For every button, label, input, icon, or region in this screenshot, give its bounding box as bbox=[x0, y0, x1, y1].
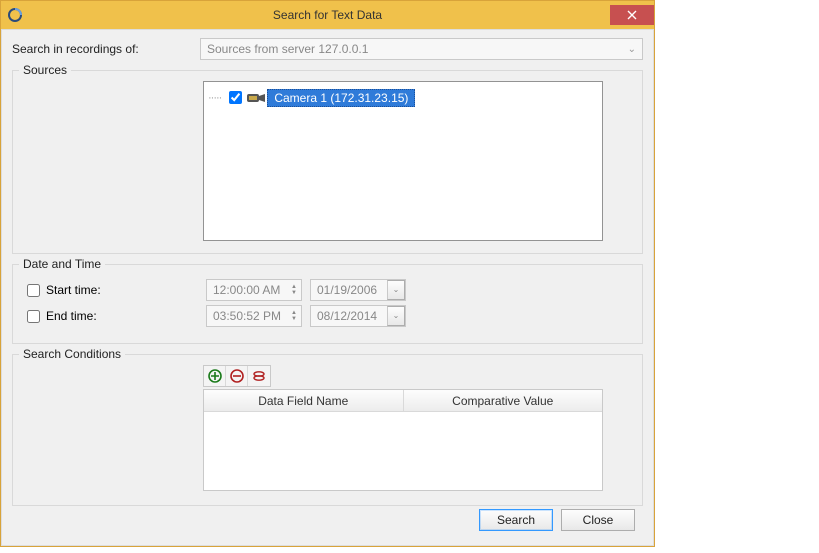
dialog-body: Search in recordings of: Sources from se… bbox=[1, 29, 654, 546]
column-header-field[interactable]: Data Field Name bbox=[204, 390, 404, 412]
end-time-input[interactable]: 03:50:52 PM ▲▼ bbox=[206, 305, 302, 327]
search-in-label: Search in recordings of: bbox=[12, 42, 192, 56]
datetime-legend: Date and Time bbox=[19, 257, 105, 271]
datetime-fieldset: Date and Time Start time: 12:00:00 AM ▲▼… bbox=[12, 264, 643, 344]
sources-fieldset: Sources ····· Camera 1 (172.31.23.15) bbox=[12, 70, 643, 254]
close-window-button[interactable] bbox=[610, 5, 654, 25]
conditions-toolbar bbox=[203, 365, 271, 387]
add-condition-button[interactable] bbox=[204, 366, 226, 386]
spinner-arrows-icon: ▲▼ bbox=[291, 284, 297, 296]
end-time-checkbox[interactable] bbox=[27, 310, 40, 323]
start-date-value: 01/19/2006 bbox=[311, 283, 387, 297]
remove-condition-button[interactable] bbox=[226, 366, 248, 386]
search-in-row: Search in recordings of: Sources from se… bbox=[12, 38, 643, 60]
conditions-fieldset: Search Conditions Data Field Name Compar… bbox=[12, 354, 643, 506]
app-icon bbox=[7, 7, 23, 23]
table-header: Data Field Name Comparative Value bbox=[204, 390, 602, 412]
chevron-down-icon: ⌄ bbox=[628, 44, 636, 55]
dialog-footer: Search Close bbox=[479, 509, 635, 531]
conditions-legend: Search Conditions bbox=[19, 347, 125, 361]
end-date-value: 08/12/2014 bbox=[311, 309, 387, 323]
camera-icon bbox=[247, 92, 265, 104]
conditions-table: Data Field Name Comparative Value bbox=[203, 389, 603, 491]
window-title: Search for Text Data bbox=[1, 8, 654, 22]
table-body[interactable] bbox=[204, 412, 602, 490]
start-time-value: 12:00:00 AM bbox=[213, 283, 280, 297]
source-checkbox[interactable] bbox=[229, 91, 242, 104]
start-time-checkbox[interactable] bbox=[27, 284, 40, 297]
search-button[interactable]: Search bbox=[479, 509, 553, 531]
end-time-label: End time: bbox=[46, 309, 206, 323]
spinner-arrows-icon: ▲▼ bbox=[291, 310, 297, 322]
chevron-down-icon: ⌄ bbox=[387, 280, 405, 300]
end-time-value: 03:50:52 PM bbox=[213, 309, 281, 323]
end-date-input[interactable]: 08/12/2014 ⌄ bbox=[310, 305, 406, 327]
sources-legend: Sources bbox=[19, 63, 71, 77]
close-button[interactable]: Close bbox=[561, 509, 635, 531]
start-time-input[interactable]: 12:00:00 AM ▲▼ bbox=[206, 279, 302, 301]
start-time-label: Start time: bbox=[46, 283, 206, 297]
start-date-input[interactable]: 01/19/2006 ⌄ bbox=[310, 279, 406, 301]
tree-item[interactable]: ····· Camera 1 (172.31.23.15) bbox=[208, 88, 598, 107]
end-time-row: End time: 03:50:52 PM ▲▼ 08/12/2014 ⌄ bbox=[23, 305, 632, 327]
dialog-window: Search for Text Data Search in recording… bbox=[0, 0, 655, 547]
search-in-dropdown[interactable]: Sources from server 127.0.0.1 ⌄ bbox=[200, 38, 643, 60]
title-bar: Search for Text Data bbox=[1, 1, 654, 29]
chevron-down-icon: ⌄ bbox=[387, 306, 405, 326]
sources-tree[interactable]: ····· Camera 1 (172.31.23.15) bbox=[203, 81, 603, 241]
clear-conditions-button[interactable] bbox=[248, 366, 270, 386]
start-time-row: Start time: 12:00:00 AM ▲▼ 01/19/2006 ⌄ bbox=[23, 279, 632, 301]
source-label: Camera 1 (172.31.23.15) bbox=[267, 89, 415, 107]
column-header-value[interactable]: Comparative Value bbox=[404, 390, 603, 412]
search-in-value: Sources from server 127.0.0.1 bbox=[207, 42, 368, 56]
tree-connector: ····· bbox=[208, 92, 221, 104]
